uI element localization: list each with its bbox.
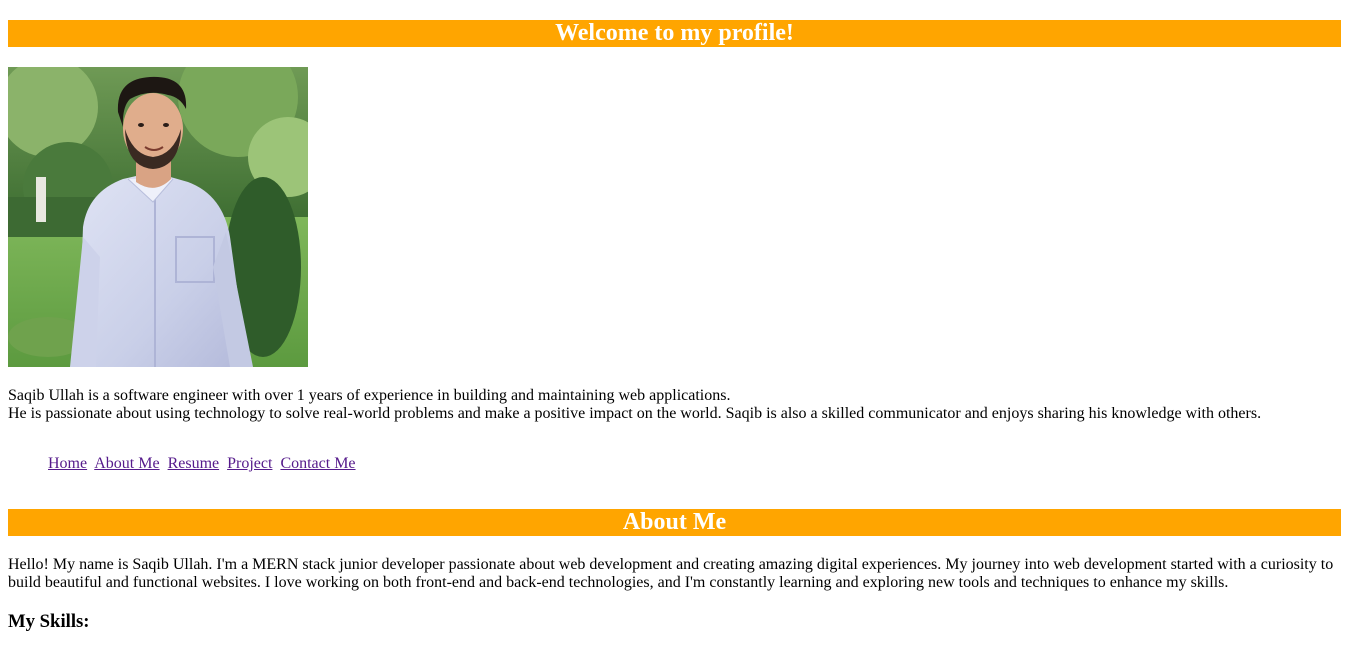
- nav-link-project[interactable]: Project: [227, 455, 272, 472]
- bio-line-2: He is passionate about using technology …: [8, 405, 1262, 422]
- nav-link-about-me[interactable]: About Me: [94, 455, 159, 472]
- bio-line-1: Saqib Ullah is a software engineer with …: [8, 387, 731, 404]
- bio: Saqib Ullah is a software engineer with …: [8, 387, 1341, 423]
- about-text: Hello! My name is Saqib Ullah. I'm a MER…: [8, 556, 1334, 591]
- main-nav: Home About Me Resume Project Contact Me: [48, 455, 360, 473]
- profile-photo: [8, 67, 308, 367]
- page: Welcome to my profile! Saqib Ullah is a …: [0, 0, 1349, 651]
- about-heading: About Me: [8, 509, 1341, 536]
- profile-photo-image: [8, 67, 308, 367]
- nav-link-contact-me[interactable]: Contact Me: [280, 455, 355, 472]
- nav-link-home[interactable]: Home: [48, 455, 87, 472]
- nav-link-resume[interactable]: Resume: [168, 455, 220, 472]
- skills-heading: My Skills:: [8, 611, 90, 632]
- page-title: Welcome to my profile!: [8, 20, 1341, 47]
